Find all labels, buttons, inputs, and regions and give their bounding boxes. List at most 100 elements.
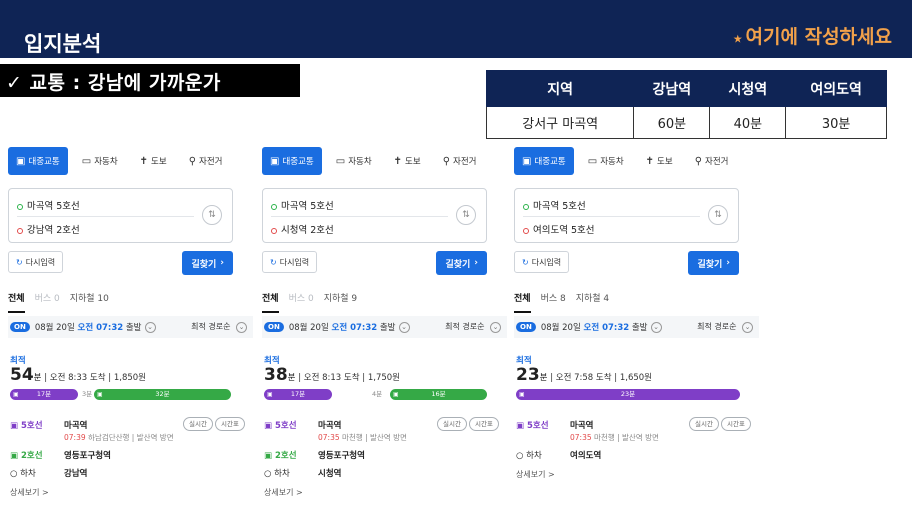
search-button[interactable]: 길찾기 › bbox=[436, 251, 487, 275]
origin-dot-icon bbox=[17, 203, 23, 210]
station-name: 영등포구청역 bbox=[64, 451, 111, 461]
arrival-time: 오전 8:33 도착 bbox=[49, 373, 106, 383]
summary-cell: 30분 bbox=[785, 106, 887, 139]
reset-label: 다시입력 bbox=[279, 257, 310, 267]
summary-cell: 강서구 마곡역 bbox=[485, 106, 635, 139]
realtime-button[interactable]: 실시간 bbox=[689, 417, 719, 431]
tab-bus[interactable]: 버스 0 bbox=[289, 291, 314, 313]
list-item[interactable]: ▣ 5호선 마곡역 실시간 시간표 07:39 하남검단산행 | 발산역 방면 bbox=[10, 417, 253, 449]
line-tag: ▣ 5호선 bbox=[10, 421, 43, 431]
line-tag: ○ 하차 bbox=[516, 451, 542, 461]
origin-field[interactable]: 마곡역 5호선 bbox=[271, 198, 334, 212]
tab-subway[interactable]: 지하철 10 bbox=[70, 291, 109, 313]
list-item[interactable]: ○ 하차 여의도역 bbox=[516, 449, 759, 467]
mode-transit-button[interactable]: ▣ 대중교통 bbox=[8, 147, 68, 175]
origin-text: 마곡역 5호선 bbox=[281, 201, 334, 212]
mode-walk-button[interactable]: ✝ 도보 bbox=[638, 147, 681, 175]
action-row: ↻ 다시입력 길찾기 › bbox=[262, 251, 487, 275]
line-tag: ○ 하차 bbox=[10, 469, 36, 479]
chevron-down-icon[interactable]: ⌄ bbox=[398, 321, 410, 333]
tab-subway[interactable]: 지하철 4 bbox=[576, 291, 609, 313]
mode-bike-button[interactable]: ⚲ 자전거 bbox=[687, 147, 737, 175]
destination-field[interactable]: 강남역 2호선 bbox=[17, 222, 80, 236]
origin-field[interactable]: 마곡역 5호선 bbox=[523, 198, 586, 212]
sort-selector[interactable]: 최적 경로순 ⌄ bbox=[697, 321, 753, 333]
more-details-link[interactable]: 상세보기 > bbox=[264, 487, 507, 498]
tab-bus[interactable]: 버스 0 bbox=[35, 291, 60, 313]
search-button[interactable]: 길찾기 › bbox=[688, 251, 739, 275]
list-item[interactable]: ▣ 5호선 마곡역 실시간 시간표 07:35 마천행 | 발산역 방면 bbox=[516, 417, 759, 449]
mode-walk-button[interactable]: ✝ 도보 bbox=[132, 147, 175, 175]
tab-subway[interactable]: 지하철 9 bbox=[324, 291, 357, 313]
destination-text: 시청역 2호선 bbox=[281, 225, 334, 236]
destination-dot-icon bbox=[523, 227, 529, 234]
origin-dot-icon bbox=[271, 203, 277, 210]
swap-icon[interactable]: ⇅ bbox=[708, 205, 728, 225]
divider bbox=[523, 216, 700, 217]
chevron-down-icon[interactable]: ⌄ bbox=[650, 321, 662, 333]
on-toggle[interactable]: ON bbox=[264, 322, 284, 332]
train-direction: 하남검단산행 | 발산역 방면 bbox=[88, 433, 174, 442]
depart-suffix: 출발 bbox=[379, 323, 396, 333]
mode-bike-button[interactable]: ⚲ 자전거 bbox=[435, 147, 485, 175]
mode-car-button[interactable]: ▭ 자동차 bbox=[328, 147, 380, 175]
realtime-button[interactable]: 실시간 bbox=[437, 417, 467, 431]
mode-transit-button[interactable]: ▣ 대중교통 bbox=[262, 147, 322, 175]
sort-selector[interactable]: 최적 경로순 ⌄ bbox=[445, 321, 501, 333]
tab-all[interactable]: 전체 bbox=[514, 291, 531, 313]
mode-bike-button[interactable]: ⚲ 자전거 bbox=[181, 147, 231, 175]
realtime-button[interactable]: 실시간 bbox=[183, 417, 213, 431]
segment-label: 32분 bbox=[155, 390, 170, 398]
tab-bus[interactable]: 버스 8 bbox=[541, 291, 566, 313]
list-item[interactable]: ○ 하차 시청역 bbox=[264, 467, 507, 485]
reset-label: 다시입력 bbox=[25, 257, 56, 267]
origin-text: 마곡역 5호선 bbox=[27, 201, 80, 212]
swap-icon[interactable]: ⇅ bbox=[202, 205, 222, 225]
route-summary: 54분 | 오전 8:33 도착 | 1,850원 bbox=[10, 365, 146, 385]
tab-all[interactable]: 전체 bbox=[8, 291, 25, 313]
departure-selector[interactable]: 08월 20일 오전 07:32 출발 bbox=[541, 321, 648, 333]
tab-all[interactable]: 전체 bbox=[262, 291, 279, 313]
route-panel-cityhall: ▣ 대중교통 ▭ 자동차 ✝ 도보 ⚲ 자전거 마곡역 5호선 시청역 2호선 ⇅ ↻ 다… bbox=[262, 143, 507, 515]
more-details-link[interactable]: 상세보기 > bbox=[516, 469, 759, 480]
summary-cell: 40분 bbox=[709, 106, 787, 139]
timetable-button[interactable]: 시간표 bbox=[469, 417, 499, 431]
mode-walk-button[interactable]: ✝ 도보 bbox=[386, 147, 429, 175]
reset-button[interactable]: ↻ 다시입력 bbox=[514, 251, 570, 273]
on-toggle[interactable]: ON bbox=[516, 322, 536, 332]
list-item[interactable]: ▣ 2호선 영등포구청역 bbox=[10, 449, 253, 467]
page-title: 입지분석 bbox=[24, 32, 102, 56]
departure-selector[interactable]: 08월 20일 오전 07:32 출발 bbox=[289, 321, 396, 333]
on-toggle[interactable]: ON bbox=[10, 322, 30, 332]
route-steps: ▣ 5호선 마곡역 실시간 시간표 07:35 마천행 | 발산역 방면 ▣ 2… bbox=[264, 417, 507, 498]
alight-label: 하차 bbox=[20, 469, 36, 479]
header-bar: 입지분석 ⭑ 여기에 작성하세요 bbox=[0, 0, 912, 58]
list-item[interactable]: ○ 하차 강남역 bbox=[10, 467, 253, 485]
train-time: 07:35 bbox=[570, 433, 592, 442]
segment-bar-line5: ▣ 17분 bbox=[10, 389, 78, 400]
list-item[interactable]: ▣ 5호선 마곡역 실시간 시간표 07:35 마천행 | 발산역 방면 bbox=[264, 417, 507, 449]
mode-car-button[interactable]: ▭ 자동차 bbox=[74, 147, 126, 175]
subway-icon: ▣ bbox=[13, 391, 19, 398]
origin-field[interactable]: 마곡역 5호선 bbox=[17, 198, 80, 212]
origin-destination-box: 마곡역 5호선 강남역 2호선 ⇅ bbox=[8, 188, 233, 243]
train-direction: 마천행 | 발산역 방면 bbox=[594, 433, 659, 442]
list-item[interactable]: ▣ 2호선 영등포구청역 bbox=[264, 449, 507, 467]
note-placeholder: ⭑ 여기에 작성하세요 bbox=[734, 22, 892, 49]
departure-selector[interactable]: 08월 20일 오전 07:32 출발 bbox=[35, 321, 142, 333]
sort-selector[interactable]: 최적 경로순 ⌄ bbox=[191, 321, 247, 333]
chevron-down-icon[interactable]: ⌄ bbox=[144, 321, 156, 333]
timetable-button[interactable]: 시간표 bbox=[215, 417, 245, 431]
reset-button[interactable]: ↻ 다시입력 bbox=[262, 251, 318, 273]
mode-car-button[interactable]: ▭ 자동차 bbox=[580, 147, 632, 175]
reset-button[interactable]: ↻ 다시입력 bbox=[8, 251, 64, 273]
mode-transit-button[interactable]: ▣ 대중교통 bbox=[514, 147, 574, 175]
destination-field[interactable]: 여의도역 5호선 bbox=[523, 222, 595, 236]
search-button[interactable]: 길찾기 › bbox=[182, 251, 233, 275]
swap-icon[interactable]: ⇅ bbox=[456, 205, 476, 225]
timetable-button[interactable]: 시간표 bbox=[721, 417, 751, 431]
destination-field[interactable]: 시청역 2호선 bbox=[271, 222, 334, 236]
destination-dot-icon bbox=[17, 227, 23, 234]
more-details-link[interactable]: 상세보기 > bbox=[10, 487, 253, 498]
route-panel-yeouido: ▣ 대중교통 ▭ 자동차 ✝ 도보 ⚲ 자전거 마곡역 5호선 여의도역 5호선 ⇅ ↻… bbox=[514, 143, 759, 515]
